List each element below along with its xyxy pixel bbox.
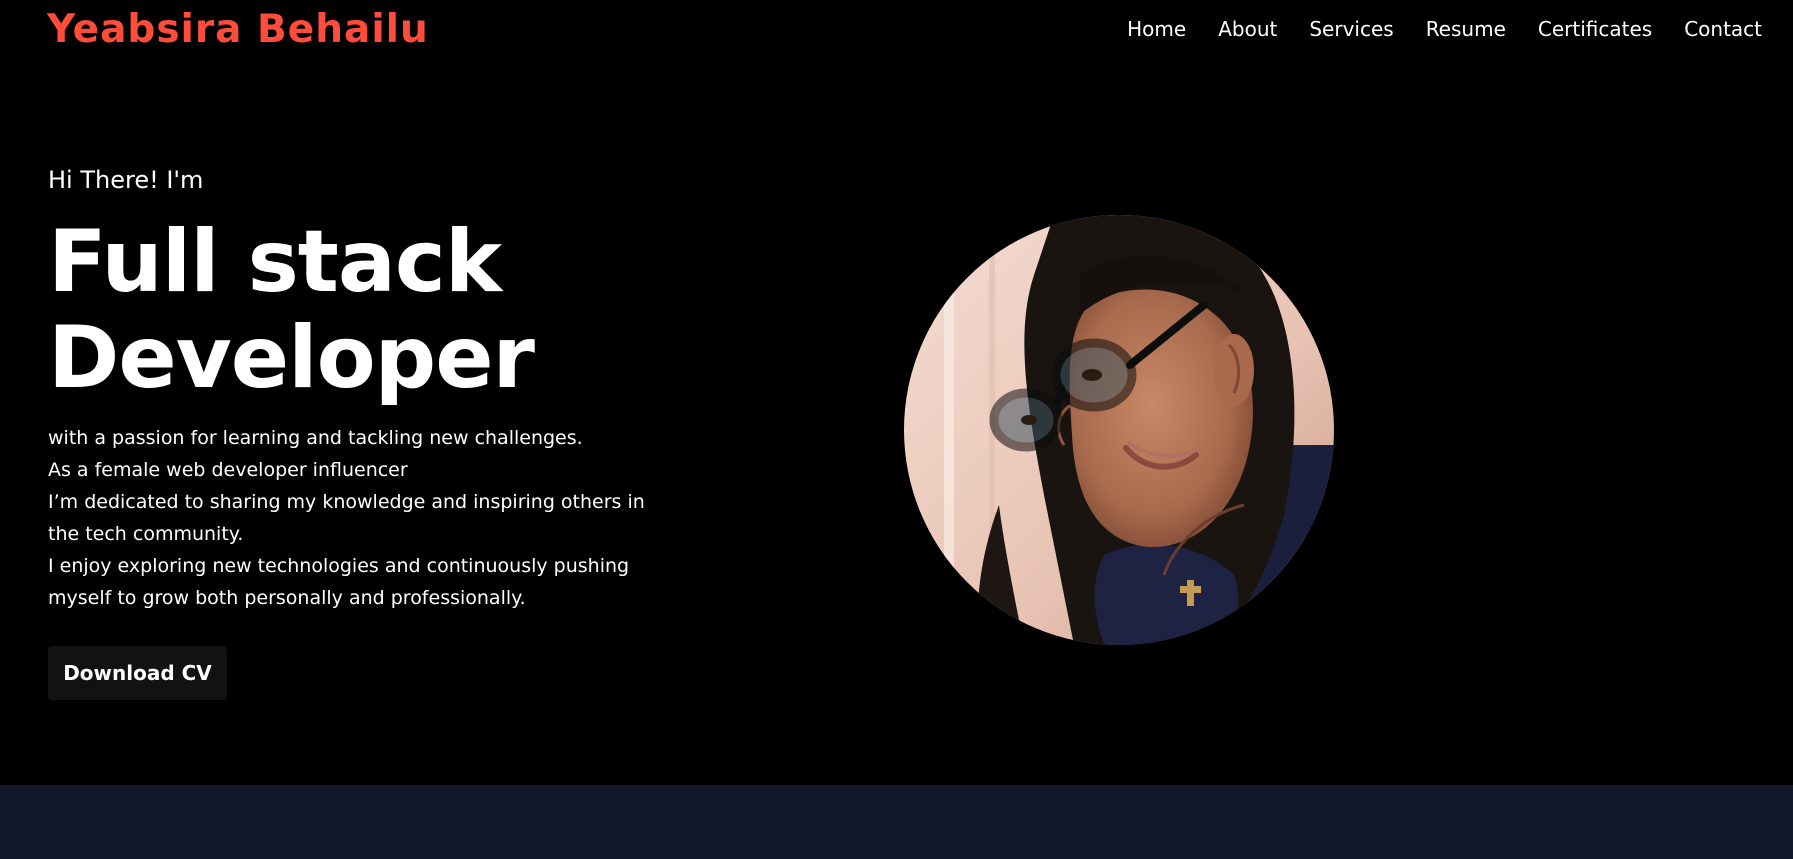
nav-link-services[interactable]: Services — [1309, 17, 1393, 41]
nav-links: Home About Services Resume Certificates … — [1127, 13, 1762, 46]
brand-logo-text[interactable]: Yeabsira Behailu — [47, 4, 429, 56]
nav-link-resume[interactable]: Resume — [1426, 17, 1506, 41]
hero-intro: Hi There! I'm Full stack Developer with … — [48, 160, 668, 614]
hero-bio-line-2: As a female web developer influencer — [48, 459, 408, 481]
nav-link-certificates[interactable]: Certificates — [1538, 17, 1652, 41]
nav-item-services: Services — [1309, 13, 1393, 46]
nav-item-contact: Contact — [1684, 13, 1762, 46]
nav-item-home: Home — [1127, 13, 1186, 46]
hero-bio: with a passion for learning and tackling… — [48, 422, 668, 614]
hero-headline-line-2: Developer — [48, 308, 535, 408]
nav-item-certificates: Certificates — [1538, 13, 1652, 46]
nav-link-contact[interactable]: Contact — [1684, 17, 1762, 41]
download-cv-button[interactable]: Download CV — [48, 646, 227, 700]
nav-link-about[interactable]: About — [1218, 17, 1277, 41]
hero-greeting: Hi There! I'm — [48, 166, 204, 194]
nav-link-home[interactable]: Home — [1127, 17, 1186, 41]
profile-photo-illustration — [904, 215, 1334, 645]
nav-item-resume: Resume — [1426, 13, 1506, 46]
hero-bio-line-4: I enjoy exploring new technologies and c… — [48, 555, 630, 609]
next-section-band — [0, 785, 1793, 859]
hero-bio-line-1: with a passion for learning and tackling… — [48, 427, 583, 449]
nav-item-about: About — [1218, 13, 1277, 46]
hero-bio-line-3: I’m dedicated to sharing my knowledge an… — [48, 491, 645, 545]
hero-headline-line-1: Full stack — [48, 212, 502, 312]
navbar: Yeabsira Behailu Home About Services Res… — [0, 0, 1793, 62]
profile-photo — [904, 215, 1334, 645]
hero-headline: Full stack Developer — [48, 214, 668, 406]
